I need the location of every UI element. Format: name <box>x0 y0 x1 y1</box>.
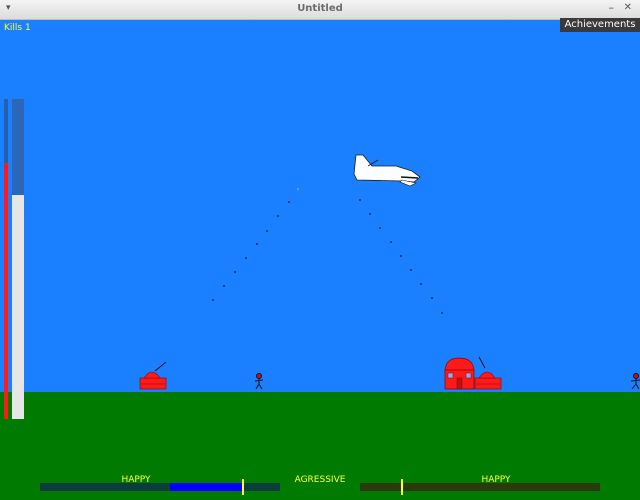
soldier-icon <box>630 373 640 390</box>
tank-icon <box>139 361 167 390</box>
left-mood-meter <box>40 479 280 495</box>
soldier-icon <box>254 373 264 390</box>
right-mood-meter <box>360 479 600 495</box>
right-mood-marker <box>401 479 403 495</box>
left-mood-meter-fill <box>170 483 242 491</box>
fuel-bar-fill <box>12 195 24 419</box>
bullet-trail-right <box>359 199 443 314</box>
game-scene <box>139 154 640 390</box>
bullet-trail-left <box>212 188 299 301</box>
aggression-label: AGRESSIVE <box>294 475 346 485</box>
house-icon <box>444 357 475 390</box>
achievements-button[interactable]: Achievements <box>560 18 640 32</box>
left-mood-marker <box>242 479 244 495</box>
health-bar-fill <box>4 163 8 419</box>
kills-counter: Kills 1 <box>4 23 31 33</box>
tank-icon <box>474 356 502 390</box>
jet-plane-icon[interactable] <box>353 154 421 187</box>
